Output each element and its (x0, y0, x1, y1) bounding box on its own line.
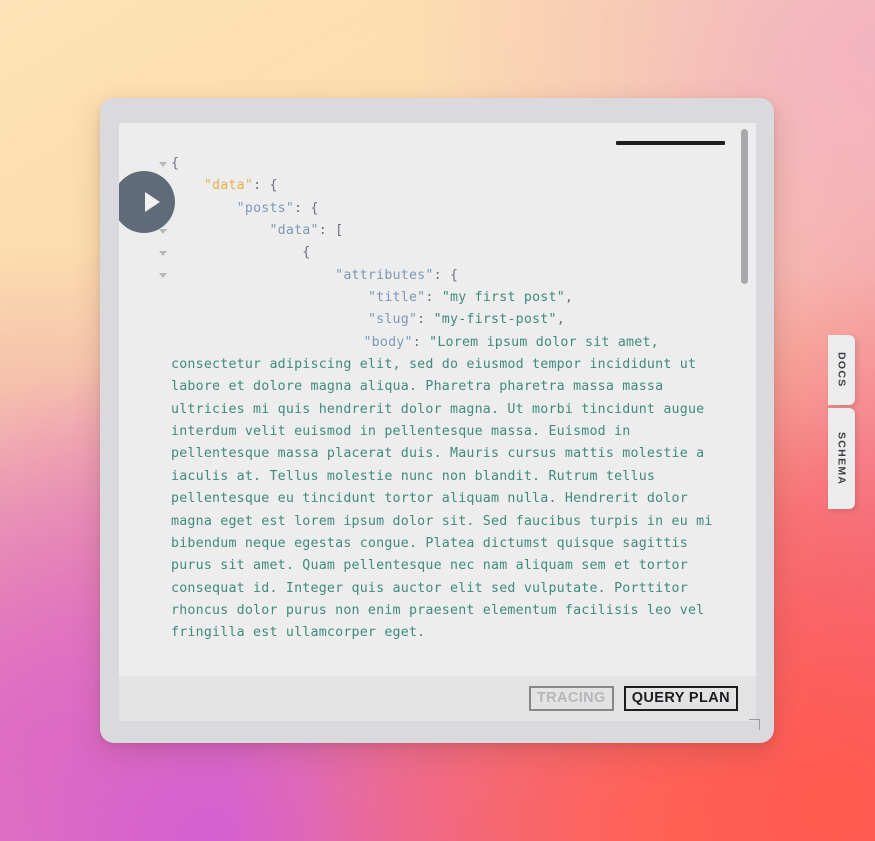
tab-schema[interactable]: SCHEMA (828, 408, 855, 509)
code-line: "slug": "my-first-post", (171, 309, 728, 331)
result-json-code: { "data": { "posts": { "data": [ { "attr… (171, 153, 728, 645)
code-line: "attributes": { (171, 265, 728, 287)
caret-down-icon (159, 228, 167, 234)
code-line: { (171, 242, 728, 264)
tab-docs[interactable]: DOCS (828, 335, 855, 405)
code-token-key: "data" (269, 223, 319, 239)
code-token-str: "Lorem ipsum dolor sit amet, consectetur… (171, 334, 721, 641)
resize-grip-icon[interactable] (749, 719, 760, 730)
code-token-punct: : [ (318, 223, 344, 239)
code-token-punct: : (412, 334, 430, 350)
bottom-toolbar: TRACING QUERY PLAN (119, 676, 756, 721)
code-token-str: "my first post" (441, 290, 565, 306)
code-token-punct: , (556, 312, 565, 328)
code-token-punct: : (425, 290, 442, 306)
fold-arrow-icon[interactable] (155, 265, 171, 287)
fold-arrow-icon[interactable] (155, 153, 171, 175)
result-viewer-panel: { "data": { "posts": { "data": [ { "attr… (119, 123, 756, 676)
code-line: "title": "my first post", (171, 287, 728, 309)
code-line: "posts": { (171, 198, 728, 220)
code-token-punct: : { (294, 200, 319, 216)
code-token-punct: : (417, 312, 434, 328)
caret-down-icon (159, 273, 167, 279)
result-scrollbar-thumb[interactable] (741, 129, 748, 284)
caret-down-icon (159, 161, 167, 167)
code-token-punct: { (171, 156, 180, 171)
code-token-key: "body" (363, 334, 413, 350)
code-line: "body": "Lorem ipsum dolor sit amet, con… (171, 332, 728, 645)
tab-schema-label: SCHEMA (835, 431, 848, 486)
top-divider-rule (616, 141, 725, 145)
code-token-str: "my-first-post" (433, 312, 557, 328)
code-token-key: "posts" (236, 200, 295, 216)
play-icon (144, 192, 160, 212)
code-token-punct: : { (433, 267, 459, 283)
code-token-punct: { (302, 245, 311, 261)
caret-down-icon (159, 251, 167, 257)
code-line: "data": [ (171, 220, 728, 242)
result-code-scroll[interactable]: { "data": { "posts": { "data": [ { "attr… (119, 123, 756, 676)
code-line: { (171, 153, 728, 175)
fold-arrow-icon[interactable] (155, 242, 171, 264)
tab-docs-label: DOCS (835, 352, 848, 388)
graphql-window-frame: { "data": { "posts": { "data": [ { "attr… (100, 98, 855, 743)
code-line: "data": { (171, 175, 728, 197)
tracing-button[interactable]: TRACING (528, 686, 614, 711)
query-plan-button[interactable]: QUERY PLAN (623, 686, 738, 711)
code-token-key: "slug" (367, 312, 418, 328)
code-token-key: "attributes" (335, 267, 434, 283)
code-token-key: "title" (367, 290, 426, 306)
code-token-punct: : { (253, 178, 278, 194)
result-scrollbar[interactable] (739, 129, 750, 670)
code-token-key-hl: "data" (203, 178, 254, 194)
code-token-punct: , (564, 290, 574, 306)
